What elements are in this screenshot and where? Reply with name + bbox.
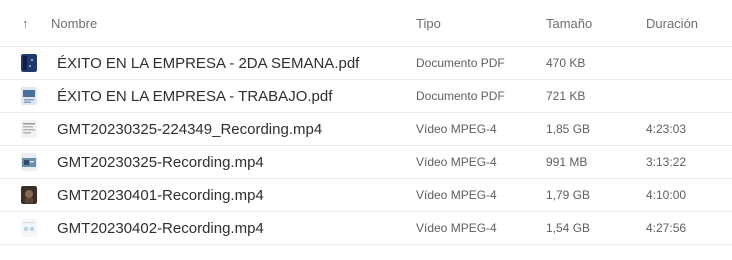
file-row[interactable]: ÉXITO EN LA EMPRESA - TRABAJO.pdf Docume…	[0, 79, 732, 112]
video-thumbnail-icon	[21, 186, 37, 204]
file-thumbnail-icon	[20, 113, 38, 145]
arrow-up-icon[interactable]: ↑	[22, 0, 42, 46]
file-duration: 4:10:00	[646, 188, 687, 202]
video-thumbnail-icon	[21, 153, 37, 171]
file-thumbnail-icon	[20, 146, 38, 178]
video-thumbnail-icon	[21, 219, 37, 237]
file-size: 721 KB	[546, 89, 586, 103]
file-thumbnail-icon	[20, 212, 38, 244]
file-thumbnail-icon	[20, 179, 38, 211]
file-name[interactable]: GMT20230325-Recording.mp4	[57, 146, 264, 178]
column-header-name[interactable]: Nombre	[51, 0, 97, 46]
file-type: Vídeo MPEG-4	[416, 221, 497, 235]
column-header-duration[interactable]: Duración	[646, 0, 698, 46]
file-type: Vídeo MPEG-4	[416, 188, 497, 202]
file-size: 1,54 GB	[546, 221, 591, 235]
file-row[interactable]: GMT20230325-224349_Recording.mp4 Vídeo M…	[0, 112, 732, 145]
file-type: Documento PDF	[416, 56, 505, 70]
file-name[interactable]: GMT20230402-Recording.mp4	[57, 212, 264, 244]
file-thumbnail-icon	[20, 47, 38, 79]
file-name[interactable]: ÉXITO EN LA EMPRESA - TRABAJO.pdf	[57, 80, 332, 112]
file-type: Vídeo MPEG-4	[416, 122, 497, 136]
file-duration: 3:13:22	[646, 155, 687, 169]
file-size: 1,79 GB	[546, 188, 591, 202]
file-duration: 4:27:56	[646, 221, 687, 235]
file-name[interactable]: ÉXITO EN LA EMPRESA - 2DA SEMANA.pdf	[57, 47, 359, 79]
file-list: ↑ Nombre Tipo Tamaño Duración ÉXITO EN L…	[0, 0, 732, 245]
file-thumbnail-icon	[20, 80, 38, 112]
pdf-thumbnail-icon	[21, 54, 37, 72]
column-header-size[interactable]: Tamaño	[546, 0, 592, 46]
video-thumbnail-icon	[21, 120, 37, 138]
file-list-header: ↑ Nombre Tipo Tamaño Duración	[0, 0, 732, 46]
file-row[interactable]: GMT20230401-Recording.mp4 Vídeo MPEG-4 1…	[0, 178, 732, 211]
file-row[interactable]: GMT20230325-Recording.mp4 Vídeo MPEG-4 9…	[0, 145, 732, 178]
file-size: 1,85 GB	[546, 122, 591, 136]
file-row[interactable]: ÉXITO EN LA EMPRESA - 2DA SEMANA.pdf Doc…	[0, 46, 732, 79]
file-name[interactable]: GMT20230401-Recording.mp4	[57, 179, 264, 211]
file-name[interactable]: GMT20230325-224349_Recording.mp4	[57, 113, 322, 145]
file-row[interactable]: GMT20230402-Recording.mp4 Vídeo MPEG-4 1…	[0, 211, 732, 245]
file-type: Documento PDF	[416, 89, 505, 103]
file-size: 991 MB	[546, 155, 588, 169]
file-duration: 4:23:03	[646, 122, 687, 136]
file-type: Vídeo MPEG-4	[416, 155, 497, 169]
file-size: 470 KB	[546, 56, 586, 70]
column-header-type[interactable]: Tipo	[416, 0, 441, 46]
pdf-thumbnail-icon	[21, 87, 37, 105]
